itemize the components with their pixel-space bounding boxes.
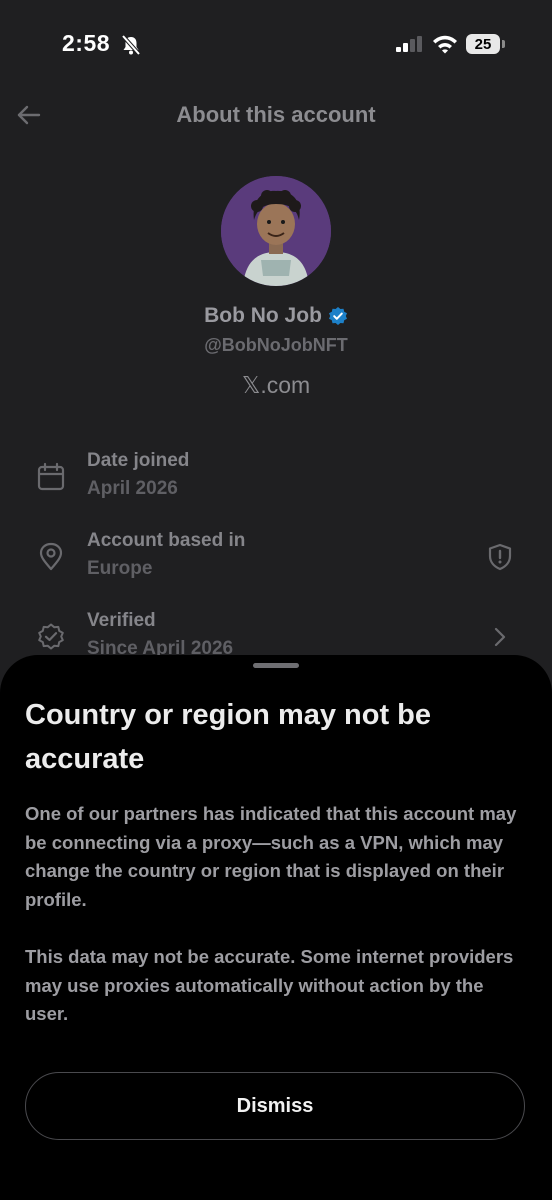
row-value: April 2026 [87, 478, 178, 499]
shield-warning-icon[interactable] [485, 542, 515, 572]
dismiss-button[interactable]: Dismiss [25, 1072, 525, 1140]
page-title: About this account [176, 102, 376, 127]
bell-slash-icon [121, 34, 141, 56]
wifi-icon [433, 35, 457, 54]
location-pin-icon [39, 542, 63, 571]
battery-level: 25 [474, 35, 492, 53]
sheet-paragraph-1: One of our partners has indicated that t… [25, 803, 517, 910]
sheet-paragraph-2: This data may not be accurate. Some inte… [25, 946, 514, 1024]
info-row-date-joined: Date joined April 2026 [0, 450, 552, 510]
sheet-title: Country or region may not be accurate [25, 699, 432, 775]
row-label: Verified [87, 610, 156, 631]
screen: 2:58 25 About this account Bob No Job @B… [0, 0, 552, 1200]
drag-handle[interactable] [253, 663, 299, 668]
profile-name: Bob No Job [204, 304, 322, 327]
bottom-sheet: Country or region may not be accurate On… [0, 655, 552, 1200]
battery-indicator: 25 [466, 34, 500, 54]
row-value: Europe [87, 558, 153, 579]
profile-handle: @BobNoJobNFT [204, 335, 348, 355]
avatar-image [221, 176, 331, 286]
verified-badge-icon [38, 623, 64, 650]
info-row-account-based-in: Account based in Europe [0, 530, 552, 590]
row-label: Date joined [87, 450, 190, 471]
cellular-signal-icon [396, 36, 422, 52]
dismiss-button-label: Dismiss [236, 1094, 314, 1117]
row-label: Account based in [87, 530, 246, 551]
chevron-right-icon [494, 627, 506, 647]
status-bar: 2:58 25 [0, 0, 552, 90]
avatar[interactable] [221, 176, 331, 286]
profile-name-row: Bob No Job [0, 304, 552, 328]
status-time: 2:58 [62, 30, 111, 56]
battery-tip [502, 40, 505, 48]
verified-badge-icon [328, 307, 347, 325]
profile-site-link[interactable]: 𝕏.com [0, 372, 552, 399]
calendar-icon [37, 462, 65, 491]
